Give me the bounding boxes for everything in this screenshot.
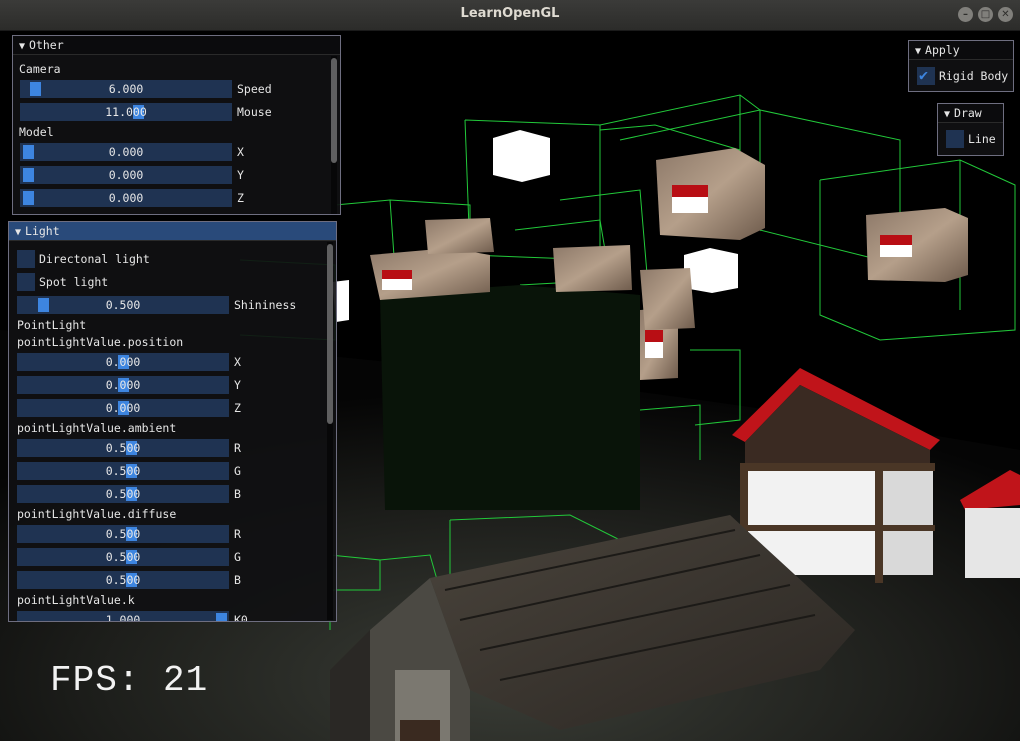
light-panel-header[interactable]: ▼ Light xyxy=(9,222,336,241)
model-y-slider[interactable]: 0.000 xyxy=(20,166,232,184)
diffuse-g-slider[interactable]: 0.500 xyxy=(17,548,229,566)
other-panel-header[interactable]: ▼ Other xyxy=(13,36,340,55)
diffuse-section-label: pointLightValue.diffuse xyxy=(17,507,177,521)
directional-light-label: Directonal light xyxy=(39,252,150,266)
spot-light-label: Spot light xyxy=(39,275,109,289)
line-label: Line xyxy=(968,132,996,146)
point-light-label: PointLight xyxy=(17,318,87,332)
diffuse-r-label: R xyxy=(234,527,241,541)
model-y-value: 0.000 xyxy=(108,168,144,182)
model-z-slider[interactable]: 0.000 xyxy=(20,189,232,207)
title-bar: LearnOpenGL – □ ✕ xyxy=(0,0,1020,31)
position-y-value: 0.000 xyxy=(105,378,141,392)
dark-cube xyxy=(380,285,640,510)
ambient-g-label: G xyxy=(234,464,241,478)
diffuse-b-slider[interactable]: 0.500 xyxy=(17,571,229,589)
k0-slider[interactable]: 1.000 xyxy=(17,611,229,622)
ambient-g-value: 0.500 xyxy=(105,464,141,478)
ambient-section-label: pointLightValue.ambient xyxy=(17,421,177,435)
position-section-label: pointLightValue.position xyxy=(17,335,184,349)
shininess-slider[interactable]: 0.500 xyxy=(17,296,229,314)
model-x-label: X xyxy=(237,145,244,159)
mouse-slider[interactable]: 11.000 xyxy=(20,103,232,121)
diffuse-g-value: 0.500 xyxy=(105,550,141,564)
diffuse-g-label: G xyxy=(234,550,241,564)
position-z-value: 0.000 xyxy=(105,401,141,415)
fps-counter: FPS: 21 xyxy=(50,660,209,701)
collapse-arrow-icon[interactable]: ▼ xyxy=(944,106,950,124)
mouse-value: 11.000 xyxy=(105,105,147,119)
line-checkbox[interactable] xyxy=(946,130,964,148)
checkmark-icon: ✔ xyxy=(919,66,929,84)
speed-value: 6.000 xyxy=(108,82,144,96)
speed-label: Speed xyxy=(237,82,272,96)
diffuse-b-value: 0.500 xyxy=(105,573,141,587)
position-x-label: X xyxy=(234,355,241,369)
position-x-value: 0.000 xyxy=(105,355,141,369)
model-z-value: 0.000 xyxy=(108,191,144,205)
model-x-slider[interactable]: 0.000 xyxy=(20,143,232,161)
collapse-arrow-icon[interactable]: ▼ xyxy=(15,224,21,242)
shininess-value: 0.500 xyxy=(105,298,141,312)
apply-panel-title: Apply xyxy=(925,43,960,57)
light-panel: ▼ Light Directonal light Spot light 0.500… xyxy=(8,221,337,622)
ambient-b-slider[interactable]: 0.500 xyxy=(17,485,229,503)
model-y-label: Y xyxy=(237,168,244,182)
ambient-r-value: 0.500 xyxy=(105,441,141,455)
model-x-value: 0.000 xyxy=(108,145,144,159)
other-panel: ▼ Other Camera 6.000 Speed 11.000 Mouse M… xyxy=(12,35,341,215)
other-panel-title: Other xyxy=(29,38,64,52)
k-section-label: pointLightValue.k xyxy=(17,593,135,607)
k0-label: K0 xyxy=(234,613,248,622)
light-cube xyxy=(684,248,738,293)
draw-panel: ▼ Draw Line xyxy=(937,103,1004,156)
position-y-slider[interactable]: 0.000 xyxy=(17,376,229,394)
other-panel-scrollbar[interactable] xyxy=(331,56,337,214)
mouse-label: Mouse xyxy=(237,105,272,119)
position-x-slider[interactable]: 0.000 xyxy=(17,353,229,371)
diffuse-r-slider[interactable]: 0.500 xyxy=(17,525,229,543)
collapse-arrow-icon[interactable]: ▼ xyxy=(19,38,25,56)
model-label: Model xyxy=(19,125,54,139)
k0-value: 1.000 xyxy=(105,613,141,622)
apply-panel-header[interactable]: ▼ Apply xyxy=(909,41,1013,60)
window-title: LearnOpenGL xyxy=(460,6,560,21)
minimize-button[interactable]: – xyxy=(958,7,973,22)
position-z-slider[interactable]: 0.000 xyxy=(17,399,229,417)
speed-slider[interactable]: 6.000 xyxy=(20,80,232,98)
app-window: LearnOpenGL – □ ✕ ▼ Other Camera 6.000 S… xyxy=(0,0,1020,741)
position-y-label: Y xyxy=(234,378,241,392)
collapse-arrow-icon[interactable]: ▼ xyxy=(915,43,921,61)
diffuse-r-value: 0.500 xyxy=(105,527,141,541)
ambient-r-label: R xyxy=(234,441,241,455)
close-button[interactable]: ✕ xyxy=(998,7,1013,22)
draw-panel-header[interactable]: ▼ Draw xyxy=(938,104,1003,123)
model-z-label: Z xyxy=(237,191,244,205)
spot-light-checkbox[interactable] xyxy=(17,273,35,291)
draw-panel-title: Draw xyxy=(954,106,982,120)
maximize-button[interactable]: □ xyxy=(978,7,993,22)
diffuse-b-label: B xyxy=(234,573,241,587)
light-cube xyxy=(493,130,550,182)
ambient-r-slider[interactable]: 0.500 xyxy=(17,439,229,457)
light-panel-title: Light xyxy=(25,224,60,238)
rigid-body-checkbox[interactable]: ✔ xyxy=(917,66,935,85)
ambient-b-label: B xyxy=(234,487,241,501)
light-panel-scrollbar[interactable] xyxy=(327,242,333,620)
directional-light-checkbox[interactable] xyxy=(17,250,35,268)
rigid-body-label: Rigid Body xyxy=(939,69,1009,83)
apply-panel: ▼ Apply ✔ Rigid Body xyxy=(908,40,1014,92)
shininess-label: Shininess xyxy=(234,298,297,312)
ambient-b-value: 0.500 xyxy=(105,487,141,501)
position-z-label: Z xyxy=(234,401,241,415)
ambient-g-slider[interactable]: 0.500 xyxy=(17,462,229,480)
camera-label: Camera xyxy=(19,62,61,76)
